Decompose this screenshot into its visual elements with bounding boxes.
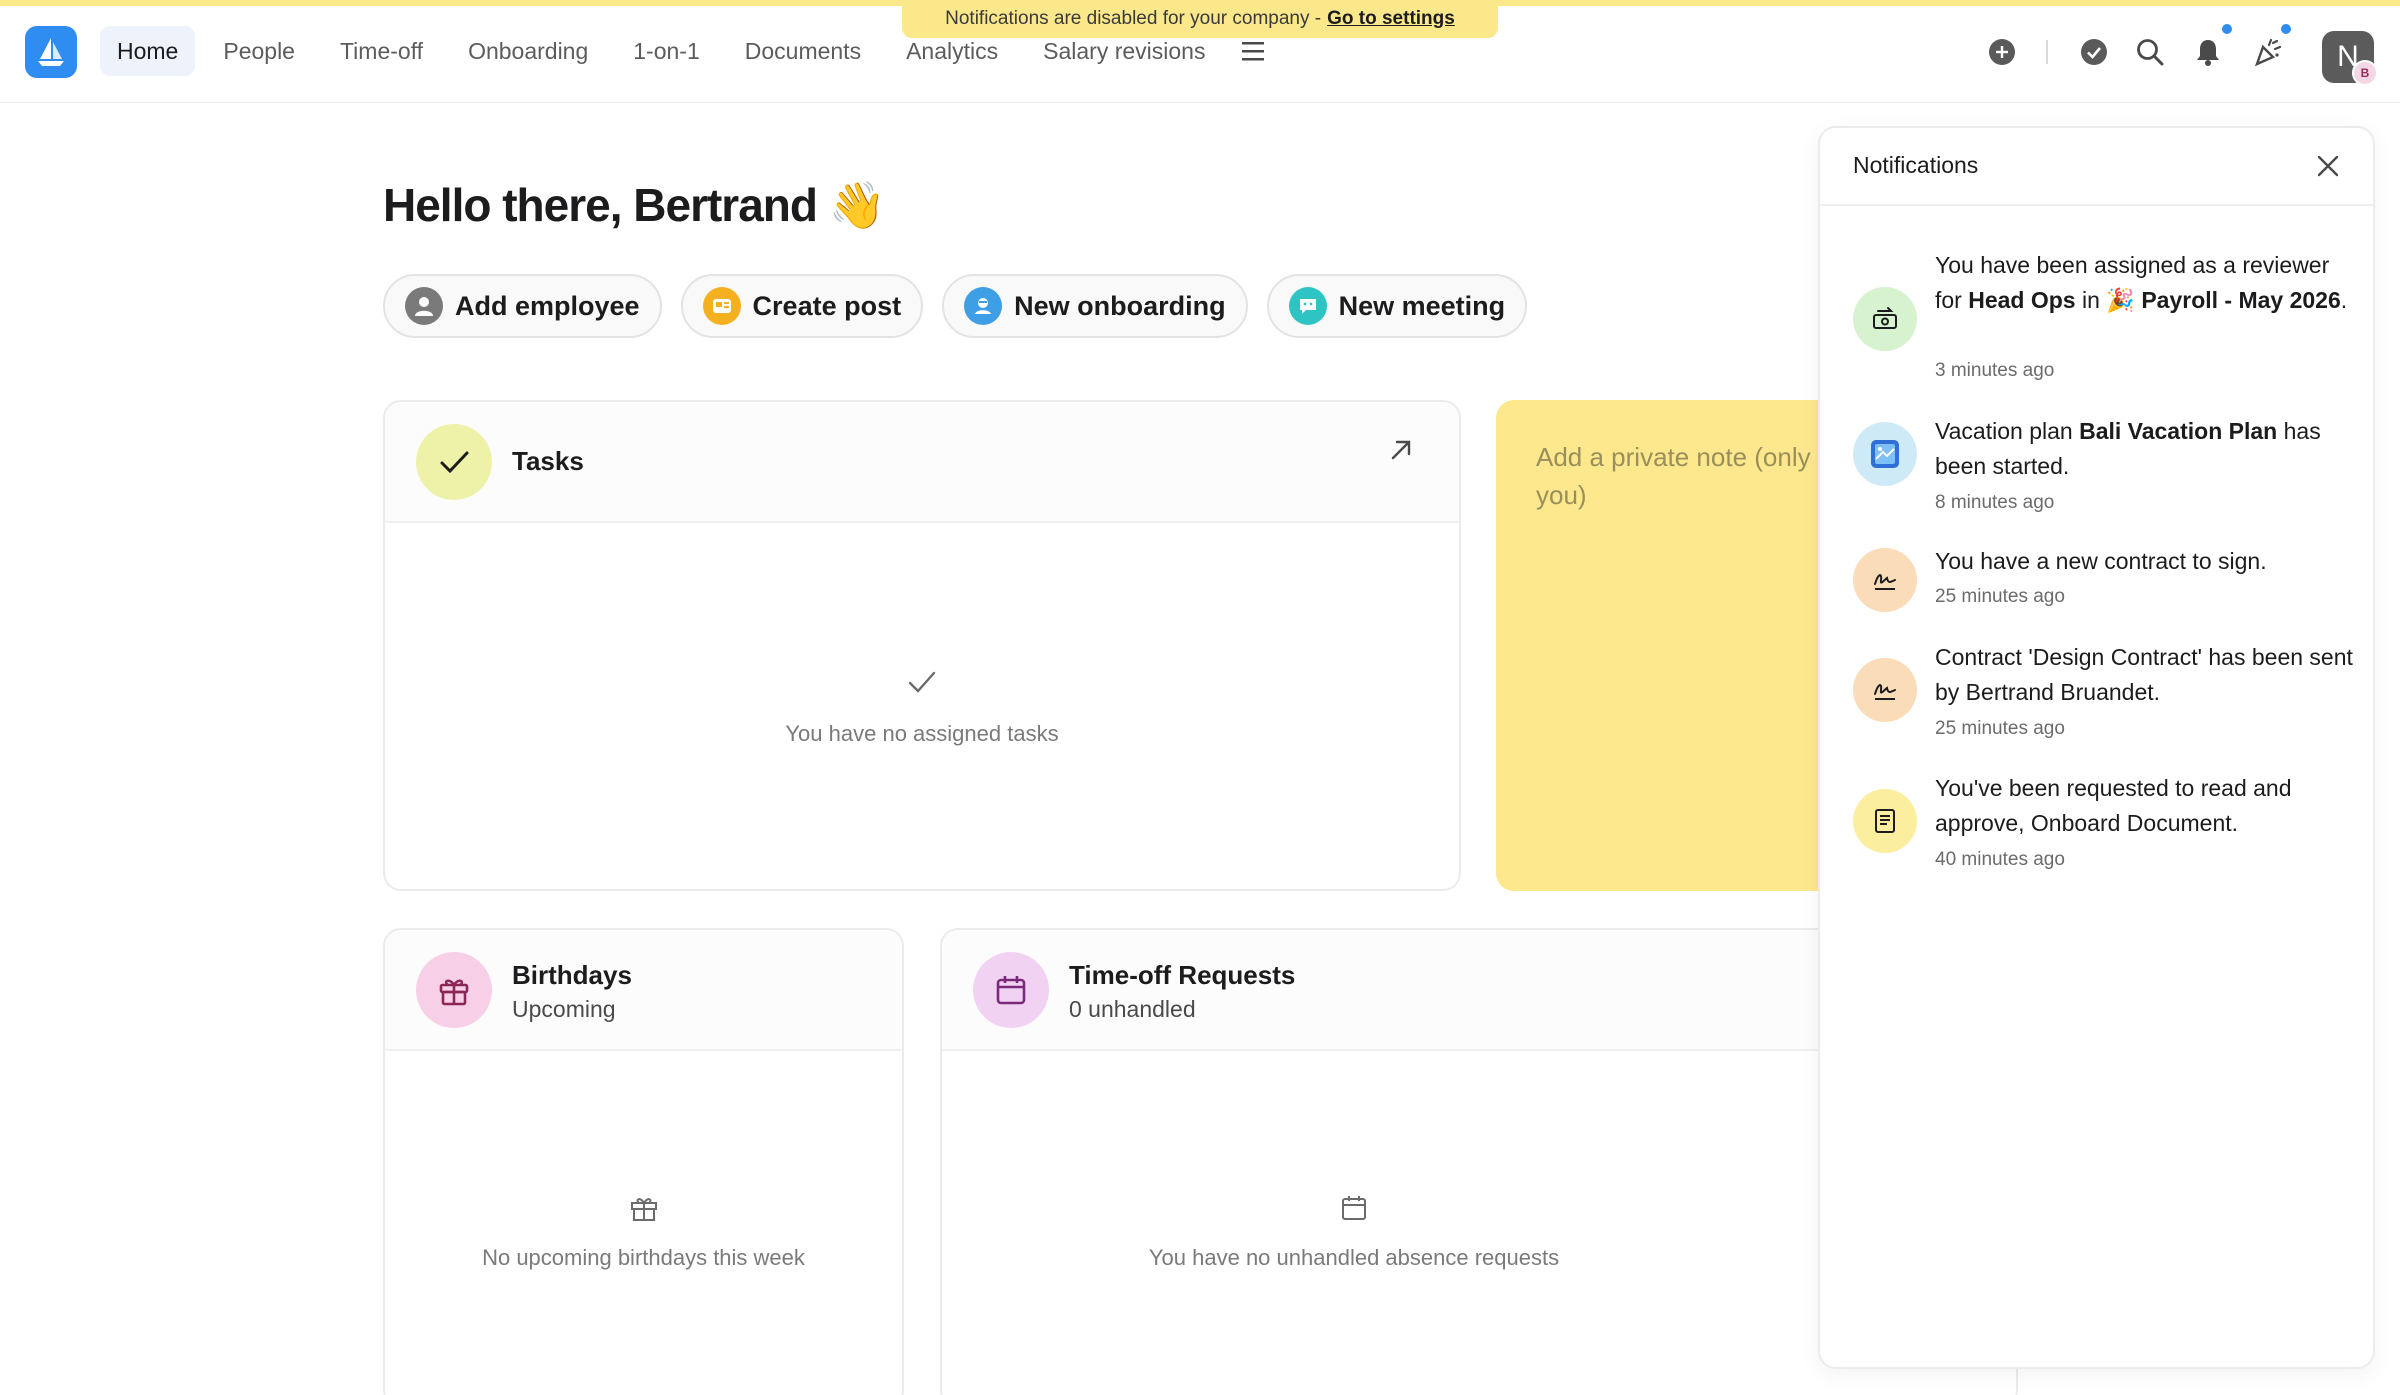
empty-check-icon — [908, 671, 936, 693]
birthdays-title: Birthdays — [512, 960, 632, 990]
gift-icon — [416, 952, 492, 1028]
chat-icon — [1288, 287, 1327, 325]
nav-home[interactable]: Home — [100, 26, 196, 76]
notification-item[interactable]: Contract 'Design Contract' has been sent… — [1820, 640, 2373, 746]
quick-actions: Add employee Create post New onboarding … — [383, 274, 1528, 338]
notifications-title: Notifications — [1853, 152, 1979, 178]
notification-item[interactable]: You have been assigned as a reviewer for… — [1820, 248, 2373, 388]
signature-icon — [1853, 658, 1917, 722]
notification-time: 25 minutes ago — [1935, 718, 2065, 739]
close-icon[interactable] — [2314, 152, 2344, 182]
nav-one-on-one[interactable]: 1-on-1 — [616, 26, 716, 76]
notification-text: Vacation plan Bali Vacation Plan has bee… — [1935, 418, 2321, 479]
timeoff-empty-text: You have no unhandled absence requests — [1148, 1245, 1560, 1270]
go-to-settings-link[interactable]: Go to settings — [1327, 8, 1455, 30]
create-post-button[interactable]: Create post — [680, 274, 924, 338]
notification-item[interactable]: You have a new contract to sign. 25 minu… — [1820, 544, 2373, 618]
empty-calendar-icon — [1342, 1196, 1366, 1220]
notifications-disabled-banner: Notifications are disabled for your comp… — [902, 0, 1498, 38]
document-icon — [1853, 789, 1917, 853]
tasks-card: Tasks You have no assigned tasks — [383, 400, 1461, 891]
new-onboarding-label: New onboarding — [1014, 290, 1226, 321]
birthdays-empty-state: No upcoming birthdays this week — [385, 1192, 902, 1271]
birthdays-subtitle: Upcoming — [512, 996, 616, 1022]
check-circle-icon[interactable] — [2076, 34, 2112, 70]
party-unread-dot — [2279, 22, 2293, 36]
open-tasks-arrow-icon[interactable] — [1387, 436, 1417, 466]
nav-people[interactable]: People — [206, 26, 312, 76]
notifications-panel-header: Notifications — [1820, 128, 2373, 206]
notification-text: You've been requested to read and approv… — [1935, 775, 2292, 836]
plus-circle-icon[interactable] — [1984, 34, 2020, 70]
timeoff-empty-state: You have no unhandled absence requests — [942, 1192, 1766, 1271]
notification-text: You have a new contract to sign. — [1935, 548, 2267, 574]
create-post-label: Create post — [752, 290, 902, 321]
add-employee-label: Add employee — [455, 290, 640, 321]
notification-text: You have been assigned as a reviewer for… — [1935, 252, 2348, 313]
nav-time-off[interactable]: Time-off — [323, 26, 440, 76]
tasks-title: Tasks — [512, 446, 584, 476]
page-title: Hello there, Bertrand 👋 — [383, 179, 886, 231]
header-divider — [2046, 40, 2048, 64]
party-popper-icon[interactable] — [2250, 34, 2286, 70]
timeoff-subtitle: 0 unhandled — [1069, 996, 1196, 1022]
notifications-panel: Notifications You have been assigned as … — [1818, 126, 2375, 1369]
app-logo[interactable] — [25, 26, 77, 78]
notification-time: 40 minutes ago — [1935, 849, 2065, 870]
person-icon — [405, 287, 443, 325]
add-employee-button[interactable]: Add employee — [383, 274, 662, 338]
search-icon[interactable] — [2132, 34, 2168, 70]
notification-time: 8 minutes ago — [1935, 492, 2055, 513]
nav-onboarding[interactable]: Onboarding — [451, 26, 605, 76]
company-badge: B — [2352, 60, 2378, 86]
calendar-icon — [973, 952, 1049, 1028]
notification-time: 25 minutes ago — [1935, 586, 2065, 607]
tasks-empty-state: You have no assigned tasks — [385, 664, 1459, 747]
new-meeting-button[interactable]: New meeting — [1266, 274, 1528, 338]
timeoff-title: Time-off Requests — [1069, 960, 1296, 990]
bell-icon[interactable] — [2190, 34, 2226, 70]
post-icon — [702, 287, 741, 325]
notification-time: 3 minutes ago — [1935, 360, 2055, 381]
bell-unread-dot — [2220, 22, 2234, 36]
empty-gift-icon — [630, 1198, 657, 1221]
signature-icon — [1853, 548, 1917, 612]
new-onboarding-button[interactable]: New onboarding — [942, 274, 1248, 338]
banner-text: Notifications are disabled for your comp… — [945, 8, 1322, 29]
private-note-placeholder: Add a private note (only you) — [1536, 442, 1811, 510]
money-transfer-icon — [1853, 287, 1917, 351]
birthdays-empty-text: No upcoming birthdays this week — [482, 1245, 805, 1270]
onboarding-icon — [964, 287, 1003, 325]
check-icon — [416, 424, 492, 500]
tasks-empty-text: You have no assigned tasks — [785, 721, 1059, 746]
notification-item[interactable]: Vacation plan Bali Vacation Plan has bee… — [1820, 414, 2373, 520]
nav-documents[interactable]: Documents — [728, 26, 878, 76]
birthdays-card-header: Birthdays Upcoming — [385, 930, 902, 1051]
notification-text: Contract 'Design Contract' has been sent… — [1935, 644, 2353, 705]
sailboat-icon — [38, 38, 64, 66]
new-meeting-label: New meeting — [1338, 290, 1506, 321]
tasks-card-header: Tasks — [385, 402, 1459, 523]
vacation-icon — [1853, 422, 1917, 486]
birthdays-card: Birthdays Upcoming No upcoming birthdays… — [383, 928, 904, 1395]
notification-item[interactable]: You've been requested to read and approv… — [1820, 771, 2373, 877]
